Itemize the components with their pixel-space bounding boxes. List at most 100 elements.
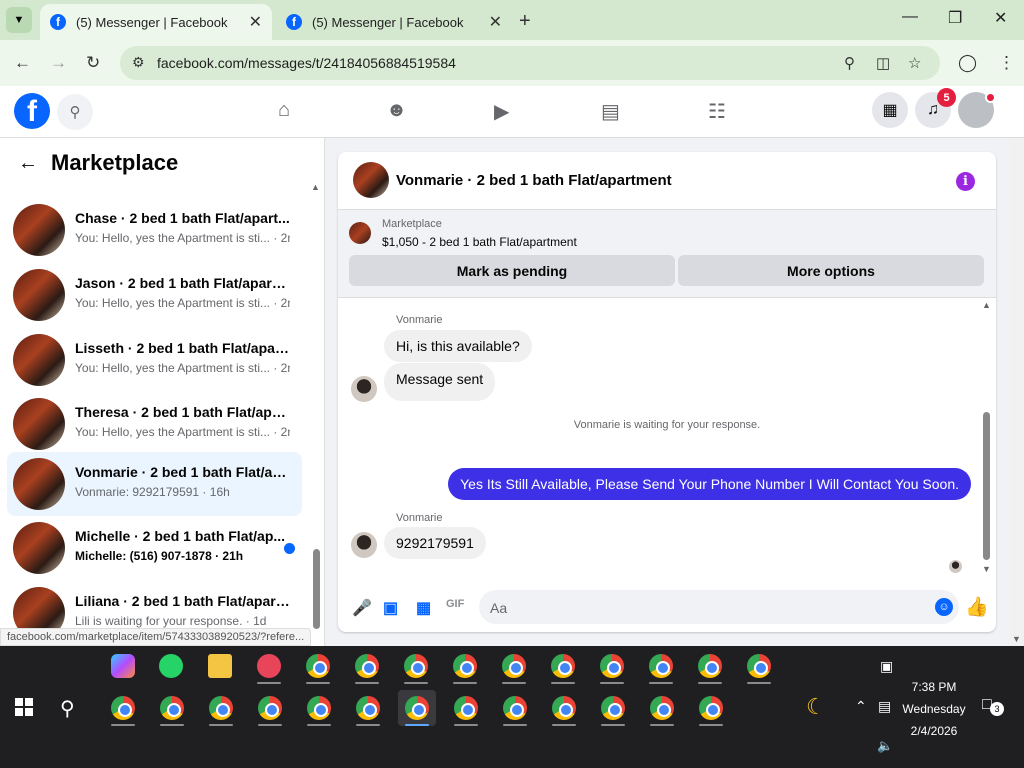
chrome-app-icon[interactable] bbox=[642, 648, 680, 684]
chrome-app-icon[interactable] bbox=[692, 690, 730, 726]
video-icon[interactable]: ▶ bbox=[494, 99, 509, 124]
sender-avatar[interactable] bbox=[351, 532, 377, 558]
chevron-down-icon: ▼ bbox=[13, 14, 25, 26]
close-icon[interactable]: ✕ bbox=[489, 12, 502, 32]
chat-title[interactable]: Vonmarie · 2 bed 1 bath Flat/apartment bbox=[396, 172, 672, 189]
more-options-button[interactable]: More options bbox=[678, 255, 984, 286]
chat-avatar[interactable] bbox=[353, 162, 389, 198]
home-icon[interactable]: ⌂ bbox=[278, 99, 290, 122]
scroll-down-icon[interactable]: ▼ bbox=[1012, 634, 1021, 644]
window-close-icon[interactable]: ✕ bbox=[994, 8, 1007, 28]
chrome-app-icon[interactable] bbox=[496, 690, 534, 726]
incoming-message[interactable]: 9292179591 bbox=[384, 527, 486, 559]
chrome-app-icon[interactable] bbox=[740, 648, 778, 684]
scrollbar-thumb[interactable] bbox=[983, 412, 990, 560]
install-app-icon[interactable]: ◫ bbox=[876, 54, 890, 72]
chrome-app-icon[interactable] bbox=[446, 648, 484, 684]
whatsapp-app-icon[interactable] bbox=[152, 648, 190, 684]
chrome-app-icon[interactable] bbox=[544, 648, 582, 684]
profile-icon[interactable]: ◯ bbox=[958, 53, 977, 73]
weather-moon-icon[interactable]: ☾ bbox=[806, 694, 826, 720]
friends-icon[interactable]: ☻ bbox=[386, 99, 407, 122]
more-menu-icon[interactable]: ⋮ bbox=[998, 53, 1015, 73]
chrome-app-icon[interactable] bbox=[545, 690, 583, 726]
file-explorer-app-icon[interactable] bbox=[201, 648, 239, 684]
chrome-app-icon[interactable] bbox=[691, 648, 729, 684]
facebook-logo[interactable]: f bbox=[14, 93, 50, 129]
page-scrollbar[interactable]: ▼ bbox=[1010, 138, 1024, 646]
chrome-app-icon[interactable] bbox=[594, 690, 632, 726]
minimize-icon[interactable]: — bbox=[902, 8, 918, 26]
chrome-app-icon[interactable] bbox=[104, 690, 142, 726]
chrome-app-icon[interactable] bbox=[447, 690, 485, 726]
marketplace-conversation-list: ← Marketplace Chase · 2 bed 1 bath Flat/… bbox=[0, 138, 325, 646]
chrome-app-icon[interactable] bbox=[593, 648, 631, 684]
search-icon[interactable]: ⚲ bbox=[57, 94, 93, 130]
scroll-up-icon[interactable]: ▲ bbox=[982, 300, 991, 310]
chrome-app-icon[interactable] bbox=[643, 690, 681, 726]
close-icon[interactable]: ✕ bbox=[249, 12, 262, 32]
marketplace-icon[interactable]: ▤ bbox=[601, 99, 620, 124]
incoming-message[interactable]: Hi, is this available? bbox=[384, 330, 532, 362]
browser-tab-active[interactable]: f (5) Messenger | Facebook ✕ bbox=[40, 4, 272, 40]
network-icon[interactable]: ▤ bbox=[878, 698, 891, 715]
mark-as-pending-button[interactable]: Mark as pending bbox=[349, 255, 675, 286]
forward-arrow-icon[interactable]: → bbox=[50, 53, 67, 73]
gif-icon[interactable]: GIF bbox=[446, 598, 464, 610]
chrome-app-icon[interactable] bbox=[397, 648, 435, 684]
chrome-app-icon[interactable] bbox=[300, 690, 338, 726]
reload-icon[interactable]: ↻ bbox=[86, 53, 100, 73]
volume-icon[interactable]: 🔈 bbox=[877, 738, 893, 754]
scroll-down-icon[interactable]: ▼ bbox=[982, 564, 991, 574]
restore-icon[interactable]: ❐ bbox=[948, 8, 962, 28]
show-hidden-icons-chevron-icon[interactable]: ⌃ bbox=[855, 698, 867, 715]
browser-tab[interactable]: f (5) Messenger | Facebook ✕ bbox=[276, 4, 512, 40]
info-icon[interactable]: i bbox=[956, 172, 975, 191]
chrome-app-icon[interactable] bbox=[202, 690, 240, 726]
chrome-app-icon[interactable] bbox=[349, 690, 387, 726]
back-arrow-icon[interactable]: ← bbox=[14, 53, 31, 73]
microphone-icon[interactable]: 🎤 bbox=[352, 598, 372, 618]
outgoing-message[interactable]: Yes Its Still Available, Please Send You… bbox=[448, 468, 971, 500]
chrome-app-icon[interactable] bbox=[495, 648, 533, 684]
chrome-app-icon[interactable] bbox=[348, 648, 386, 684]
thumbs-up-icon[interactable]: 👍 bbox=[965, 595, 989, 619]
sender-avatar[interactable] bbox=[351, 376, 377, 402]
conversation-item-selected[interactable]: Vonmarie · 2 bed 1 bath Flat/ap... Vonma… bbox=[7, 452, 302, 516]
photo-icon[interactable]: ▣ bbox=[383, 598, 398, 618]
conversation-item[interactable]: Chase · 2 bed 1 bath Flat/apart... You: … bbox=[7, 198, 302, 262]
clock-day: Wednesday bbox=[902, 702, 966, 716]
sticker-icon[interactable]: ▦ bbox=[416, 598, 431, 618]
incoming-message[interactable]: Message sent bbox=[384, 363, 496, 401]
menu-grid-icon[interactable]: ▦ bbox=[872, 92, 908, 128]
bookmark-star-icon[interactable]: ☆ bbox=[908, 54, 921, 72]
listing-thumbnail[interactable] bbox=[349, 222, 371, 244]
tab-search-button[interactable]: ▼ bbox=[6, 7, 32, 33]
gaming-icon[interactable]: ☷ bbox=[708, 99, 726, 124]
snipping-tool-app-icon[interactable] bbox=[250, 648, 288, 684]
search-icon[interactable]: ⚲ bbox=[60, 696, 75, 721]
scrollbar-thumb[interactable] bbox=[313, 549, 320, 629]
copilot-app-icon[interactable] bbox=[104, 648, 142, 684]
scroll-up-icon[interactable]: ▲ bbox=[311, 182, 320, 192]
message-input[interactable]: Aa ☺ bbox=[479, 590, 959, 624]
account-avatar[interactable] bbox=[958, 92, 996, 128]
chrome-app-icon-active[interactable] bbox=[398, 690, 436, 726]
site-info-icon[interactable]: ⚙ bbox=[132, 54, 145, 71]
conversation-item[interactable]: Lisseth · 2 bed 1 bath Flat/apart... You… bbox=[7, 328, 302, 392]
address-bar[interactable]: ⚙ facebook.com/messages/t/24184056884519… bbox=[120, 46, 940, 80]
windows-start-icon[interactable] bbox=[15, 698, 33, 716]
meet-now-icon[interactable]: ▣ bbox=[880, 658, 893, 675]
chrome-app-icon[interactable] bbox=[251, 690, 289, 726]
zoom-icon[interactable]: ⚲ bbox=[844, 54, 855, 72]
system-clock[interactable]: 7:38 PM Wednesday 2/4/2026 bbox=[898, 676, 970, 742]
listing-price-title[interactable]: $1,050 - 2 bed 1 bath Flat/apartment bbox=[382, 235, 577, 249]
conversation-item[interactable]: Theresa · 2 bed 1 bath Flat/apart... You… bbox=[7, 392, 302, 456]
new-tab-plus-icon[interactable]: + bbox=[519, 10, 531, 33]
conversation-item[interactable]: Michelle · 2 bed 1 bath Flat/ap... Miche… bbox=[7, 516, 302, 580]
conversation-item[interactable]: Jason · 2 bed 1 bath Flat/apartm... You:… bbox=[7, 263, 302, 327]
back-arrow-icon[interactable]: ← bbox=[18, 152, 38, 175]
chrome-app-icon[interactable] bbox=[299, 648, 337, 684]
chrome-app-icon[interactable] bbox=[153, 690, 191, 726]
emoji-icon[interactable]: ☺ bbox=[935, 598, 953, 616]
